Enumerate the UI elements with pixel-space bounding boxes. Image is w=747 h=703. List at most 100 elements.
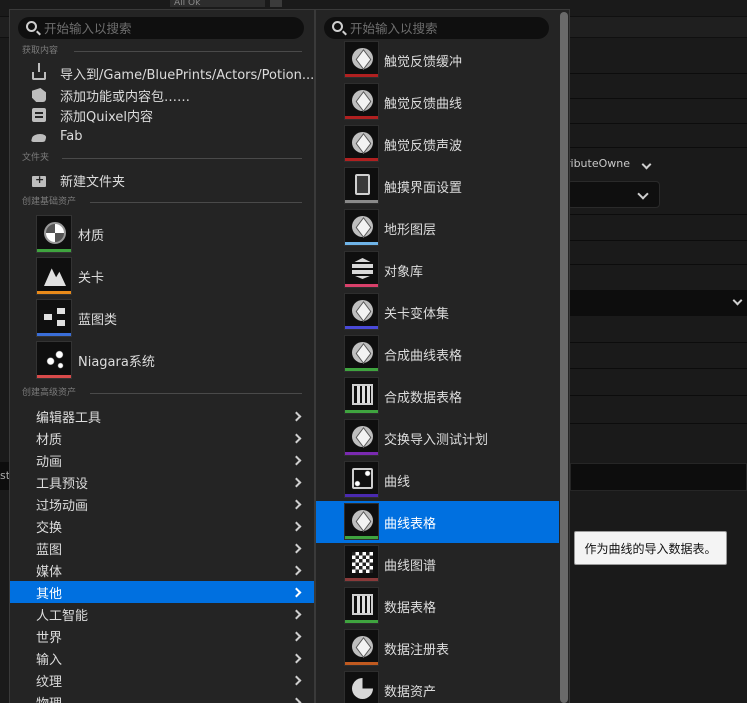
asset-color-strip bbox=[345, 326, 378, 329]
section-divider bbox=[74, 51, 302, 52]
asset-color-strip bbox=[37, 375, 71, 378]
asset-color-strip bbox=[345, 200, 378, 203]
category-editor-tools[interactable]: 编辑器工具 bbox=[10, 405, 314, 427]
create-material-item[interactable]: 材质 bbox=[36, 214, 104, 254]
asset-label: 地形图层 bbox=[384, 223, 437, 238]
asset-level-variant-sets[interactable]: 关卡变体集 bbox=[316, 291, 559, 333]
asset-color-strip bbox=[345, 368, 378, 371]
asset-label: 曲线图谱 bbox=[384, 559, 437, 574]
level-label: 关卡 bbox=[78, 270, 105, 286]
background-dropdown[interactable] bbox=[560, 290, 747, 316]
background-combo[interactable] bbox=[567, 181, 660, 208]
category-miscellaneous[interactable]: 其他 bbox=[10, 581, 314, 603]
category-world[interactable]: 世界 bbox=[10, 625, 314, 647]
add-feature-icon bbox=[32, 88, 46, 102]
search-icon bbox=[332, 21, 343, 32]
asset-thumbnail bbox=[344, 377, 379, 414]
category-ai[interactable]: 人工智能 bbox=[10, 603, 314, 625]
asset-color-strip bbox=[345, 662, 378, 665]
asset-label: 数据资产 bbox=[384, 685, 437, 700]
category-label: 编辑器工具 bbox=[36, 410, 102, 426]
asset-data-asset[interactable]: 数据资产 bbox=[316, 669, 559, 703]
new-folder-action[interactable]: 新建文件夹 bbox=[32, 170, 125, 190]
chevron-right-icon bbox=[291, 411, 302, 422]
blueprint-thumbnail bbox=[36, 299, 72, 337]
chevron-right-icon bbox=[291, 565, 302, 576]
category-input[interactable]: 输入 bbox=[10, 647, 314, 669]
category-media[interactable]: 媒体 bbox=[10, 559, 314, 581]
asset-touch-interface-setup[interactable]: 触摸界面设置 bbox=[316, 165, 559, 207]
asset-thumbnail bbox=[344, 419, 379, 456]
category-interchange[interactable]: 交换 bbox=[10, 515, 314, 537]
category-physics[interactable]: 物理 bbox=[10, 691, 314, 703]
category-label: 动画 bbox=[36, 454, 63, 470]
add-feature-pack-action[interactable]: 添加功能或内容包…… bbox=[32, 85, 190, 105]
asset-haptic-feedback-soundwave[interactable]: 触觉反馈声波 bbox=[316, 123, 559, 165]
asset-label: 触觉反馈缓冲 bbox=[384, 55, 463, 70]
cube-icon bbox=[352, 510, 373, 531]
asset-color-strip bbox=[37, 291, 71, 294]
curve-table-tooltip: 作为曲线的导入数据表。 bbox=[574, 531, 727, 565]
asset-color-strip bbox=[37, 333, 71, 336]
category-texture[interactable]: 纹理 bbox=[10, 669, 314, 691]
category-tool-presets[interactable]: 工具预设 bbox=[10, 471, 314, 493]
asset-object-library[interactable]: 对象库 bbox=[316, 249, 559, 291]
curve-icon bbox=[352, 468, 373, 489]
fab-action[interactable]: Fab bbox=[30, 126, 83, 146]
category-material[interactable]: 材质 bbox=[10, 427, 314, 449]
chevron-down-icon bbox=[637, 188, 649, 200]
right-search-box[interactable] bbox=[324, 17, 600, 39]
category-blueprint[interactable]: 蓝图 bbox=[10, 537, 314, 559]
misc-asset-submenu: 触觉反馈缓冲 触觉反馈曲线 触觉反馈声波 触摸界面设置 地形图层 对象库 关卡变… bbox=[315, 9, 600, 703]
asset-haptic-feedback-curve[interactable]: 触觉反馈曲线 bbox=[316, 81, 559, 123]
asset-composite-data-table[interactable]: 合成数据表格 bbox=[316, 375, 559, 417]
asset-thumbnail bbox=[344, 41, 379, 78]
asset-landscape-layer[interactable]: 地形图层 bbox=[316, 207, 559, 249]
asset-curve-table[interactable]: 曲线表格 bbox=[316, 501, 559, 543]
cube-icon bbox=[352, 636, 373, 657]
chevron-right-icon bbox=[291, 521, 302, 532]
background-divider bbox=[560, 147, 747, 148]
asset-haptic-feedback-buffer[interactable]: 触觉反馈缓冲 bbox=[316, 39, 559, 81]
asset-composite-curve-table[interactable]: 合成曲线表格 bbox=[316, 333, 559, 375]
submenu-scrollbar[interactable] bbox=[560, 12, 568, 703]
section-create-advanced: 创建高级资产 bbox=[22, 388, 77, 398]
background-divider bbox=[560, 240, 747, 241]
checker-icon bbox=[352, 552, 373, 573]
asset-interchange-import-test-plan[interactable]: 交换导入测试计划 bbox=[316, 417, 559, 459]
asset-thumbnail bbox=[344, 587, 379, 624]
section-folder: 文件夹 bbox=[22, 153, 50, 163]
background-right-field[interactable] bbox=[570, 463, 747, 491]
background-tab-handle bbox=[270, 0, 282, 7]
asset-curve-atlas[interactable]: 曲线图谱 bbox=[316, 543, 559, 585]
asset-data-registry[interactable]: 数据注册表 bbox=[316, 627, 559, 669]
asset-color-strip bbox=[345, 410, 378, 413]
asset-context-menu: 获取内容 导入到/Game/BluePrints/Actors/Potion..… bbox=[9, 9, 327, 703]
create-blueprint-class-item[interactable]: 蓝图类 bbox=[36, 298, 117, 338]
cube-icon bbox=[352, 132, 373, 153]
chevron-right-icon bbox=[291, 587, 302, 598]
cube-icon bbox=[352, 48, 373, 69]
asset-label: 触摸界面设置 bbox=[384, 181, 463, 196]
chevron-right-icon bbox=[291, 499, 302, 510]
create-level-item[interactable]: 关卡 bbox=[36, 256, 104, 296]
category-cinematics[interactable]: 过场动画 bbox=[10, 493, 314, 515]
asset-label: 合成数据表格 bbox=[384, 391, 463, 406]
add-quixel-action[interactable]: 添加Quixel内容 bbox=[32, 105, 153, 125]
category-animation[interactable]: 动画 bbox=[10, 449, 314, 471]
background-tab: All Ok bbox=[170, 0, 265, 7]
import-to-action[interactable]: 导入到/Game/BluePrints/Actors/Potion...... bbox=[32, 63, 327, 83]
asset-thumbnail bbox=[344, 671, 379, 703]
asset-thumbnail bbox=[344, 335, 379, 372]
left-search-box[interactable] bbox=[18, 17, 304, 39]
create-niagara-system-item[interactable]: Niagara系统 bbox=[36, 340, 155, 380]
left-search-input[interactable] bbox=[44, 18, 294, 38]
asset-thumbnail bbox=[344, 293, 379, 330]
attribute-owner-field[interactable]: ributeOwne bbox=[566, 157, 666, 175]
new-folder-icon bbox=[32, 173, 46, 187]
asset-label: 触觉反馈声波 bbox=[384, 139, 463, 154]
asset-data-table[interactable]: 数据表格 bbox=[316, 585, 559, 627]
chevron-right-icon bbox=[291, 477, 302, 488]
import-icon bbox=[32, 63, 46, 80]
asset-curve[interactable]: 曲线 bbox=[316, 459, 559, 501]
